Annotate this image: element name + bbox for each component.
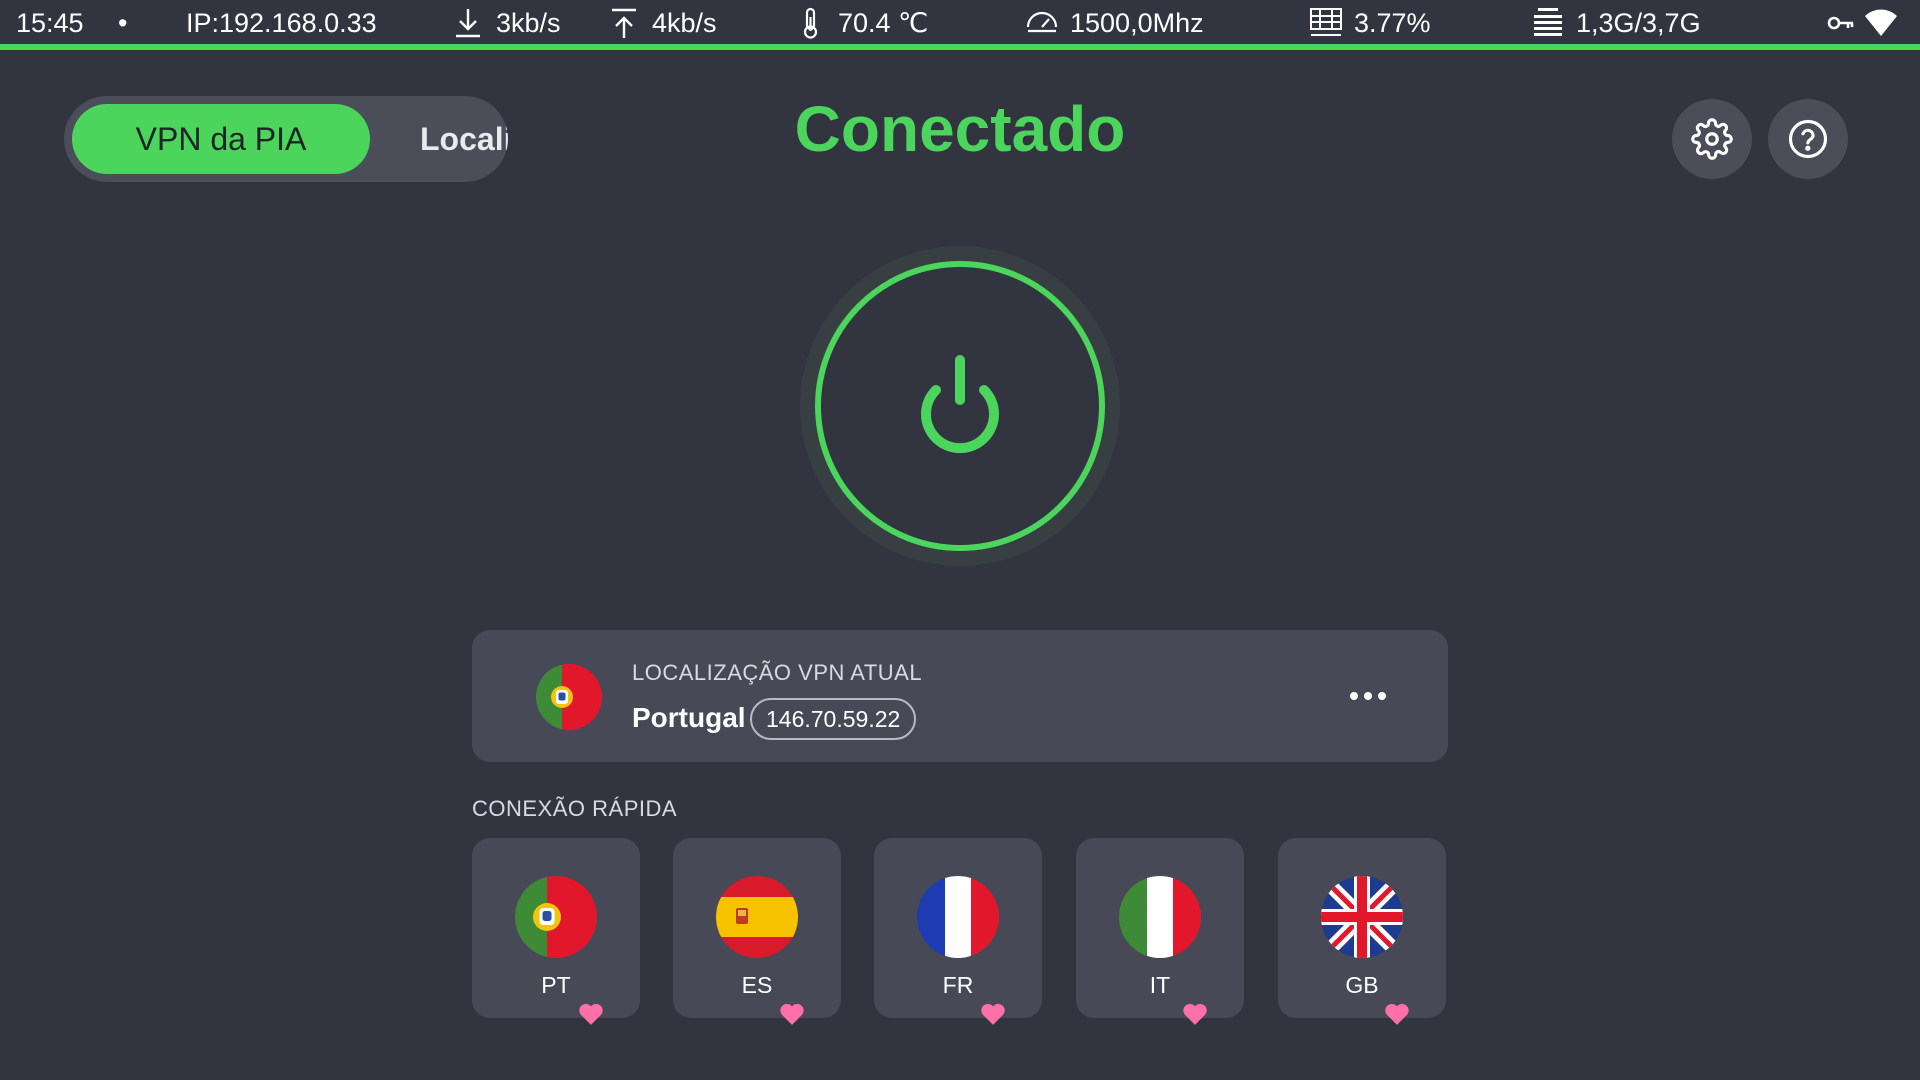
status-dot: • bbox=[118, 7, 128, 38]
quick-connect-tile-es[interactable]: ES bbox=[673, 838, 841, 1025]
wifi-icon bbox=[1864, 8, 1898, 38]
download-icon bbox=[450, 5, 486, 41]
current-location-country: Portugal bbox=[632, 702, 746, 733]
status-cpu-freq-value: 1500,0Mhz bbox=[1070, 7, 1204, 38]
current-location-ip-badge: 146.70.59.22 bbox=[750, 698, 917, 740]
heart-icon[interactable] bbox=[1182, 1002, 1208, 1026]
heart-icon[interactable] bbox=[1384, 1002, 1410, 1026]
quick-connect-code: IT bbox=[1149, 972, 1171, 998]
status-time: 15:45 bbox=[16, 7, 84, 38]
status-ram-value: 1,3G/3,7G bbox=[1576, 7, 1701, 38]
spain-flag bbox=[716, 876, 798, 958]
status-cpu-freq: 1500,0Mhz bbox=[1024, 0, 1204, 46]
more-horizontal-icon[interactable] bbox=[1338, 674, 1398, 718]
status-upload-value: 4kb/s bbox=[652, 7, 717, 38]
speedometer-icon bbox=[1024, 5, 1060, 41]
quick-connect-code: GB bbox=[1345, 972, 1379, 998]
united-kingdom-flag bbox=[1321, 876, 1403, 958]
status-cpu-usage: 3.77% bbox=[1308, 0, 1431, 46]
settings-button[interactable] bbox=[1672, 99, 1752, 179]
key-icon bbox=[1826, 8, 1856, 38]
connection-status-title: Conectado bbox=[794, 93, 1126, 165]
thermometer-icon bbox=[792, 5, 828, 41]
heart-icon[interactable] bbox=[578, 1002, 604, 1026]
quick-connect-code: PT bbox=[541, 972, 571, 998]
quick-connect-code: ES bbox=[741, 972, 773, 998]
status-ram: 1,3G/3,7G bbox=[1530, 0, 1701, 46]
power-icon bbox=[921, 355, 999, 453]
help-button[interactable] bbox=[1768, 99, 1848, 179]
power-button[interactable] bbox=[815, 261, 1105, 551]
upload-icon bbox=[606, 5, 642, 41]
status-download: 3kb/s bbox=[450, 0, 561, 46]
portugal-flag bbox=[515, 876, 597, 958]
status-vpn-key bbox=[1826, 0, 1856, 46]
status-download-value: 3kb/s bbox=[496, 7, 561, 38]
status-cpu-usage-value: 3.77% bbox=[1354, 7, 1431, 38]
ram-icon bbox=[1530, 5, 1566, 41]
settings-icon bbox=[1691, 118, 1733, 160]
italy-flag bbox=[1119, 876, 1201, 958]
system-status-bar: 15:45 • IP:192.168.0.33 3kb/s 4kb/s 70.4… bbox=[0, 0, 1920, 50]
status-cpu-temp-value: 70.4 ℃ bbox=[838, 7, 929, 38]
power-button-halo bbox=[800, 246, 1120, 566]
france-flag bbox=[917, 876, 999, 958]
heart-icon[interactable] bbox=[779, 1002, 805, 1026]
status-wifi bbox=[1864, 0, 1898, 46]
quick-connect-tile-pt[interactable]: PT bbox=[472, 838, 640, 1025]
portugal-flag bbox=[536, 664, 602, 730]
status-upload: 4kb/s bbox=[606, 0, 717, 46]
quick-connect-code: FR bbox=[942, 972, 974, 998]
current-location-heading: LOCALIZAÇÃO VPN ATUAL bbox=[632, 660, 923, 685]
help-icon bbox=[1788, 119, 1828, 159]
quick-connect-tile-it[interactable]: IT bbox=[1076, 838, 1244, 1025]
quick-connect-tile-gb[interactable]: GB bbox=[1278, 838, 1446, 1025]
status-ip: IP:192.168.0.33 bbox=[186, 7, 377, 38]
cpu-chart-icon bbox=[1308, 5, 1344, 41]
status-cpu-temp: 70.4 ℃ bbox=[792, 0, 928, 46]
heart-icon[interactable] bbox=[980, 1002, 1006, 1026]
quick-connect-tile-fr[interactable]: FR bbox=[874, 838, 1042, 1025]
current-location-card[interactable]: LOCALIZAÇÃO VPN ATUAL Portugal 146.70.59… bbox=[472, 630, 1448, 762]
quick-connect-heading: CONEXÃO RÁPIDA bbox=[472, 796, 678, 821]
